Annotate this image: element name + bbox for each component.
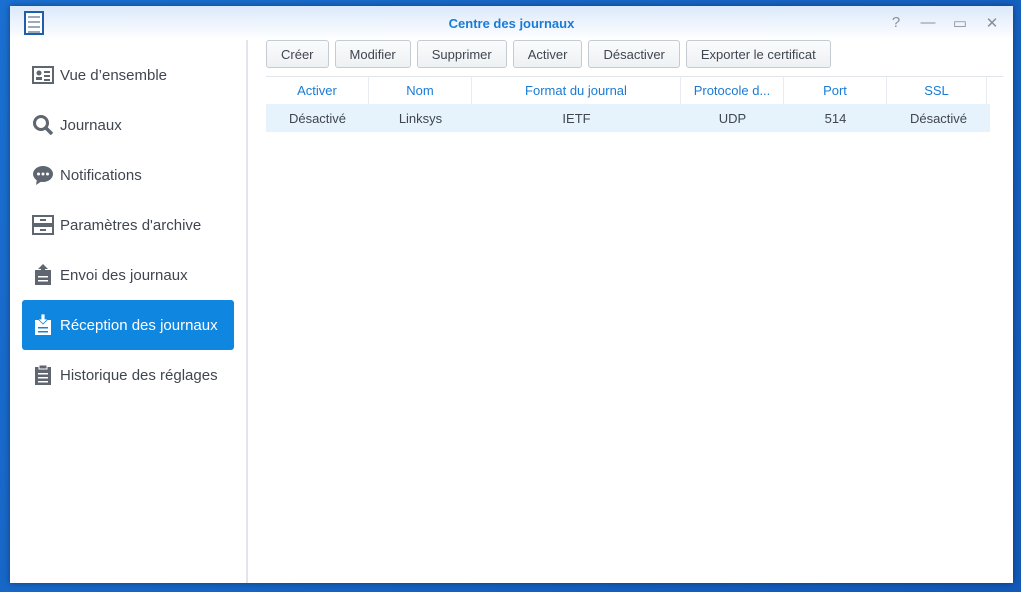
disable-button[interactable]: Désactiver: [588, 40, 680, 68]
cell-enable: Désactivé: [288, 110, 347, 126]
search-icon: [33, 115, 54, 136]
sidebar-item-logs[interactable]: Journaux: [22, 100, 234, 150]
cell-protocol: UDP: [718, 110, 747, 126]
clipboard-list-icon: [35, 364, 51, 385]
sidebar-item-notifications[interactable]: Notifications: [22, 150, 234, 200]
cell-ssl: Désactivé: [909, 110, 968, 126]
maximize-icon[interactable]: ▭: [951, 14, 969, 32]
column-header-log-format[interactable]: Format du journal: [472, 77, 681, 104]
sidebar-item-log-receiving[interactable]: Réception des journaux: [22, 300, 234, 350]
sidebar-item-label: Réception des journaux: [60, 316, 218, 334]
toolbar: Créer Modifier Supprimer Activer Désacti…: [266, 40, 831, 68]
cell-log-format: IETF: [562, 110, 591, 126]
table-header: Activer Nom Format du journal Protocole …: [266, 76, 1003, 104]
app-window: Centre des journaux ? — ▭ ✕ Vue d’ensemb…: [10, 6, 1013, 583]
enable-button[interactable]: Activer: [512, 40, 583, 68]
sidebar-item-label: Historique des réglages: [60, 366, 218, 384]
clipboard-download-icon: [35, 314, 51, 335]
sidebar-item-label: Vue d’ensemble: [60, 66, 168, 84]
delete-button[interactable]: Supprimer: [416, 40, 507, 68]
sidebar-item-label: Envoi des journaux: [60, 266, 188, 284]
sidebar-item-log-sending[interactable]: Envoi des journaux: [22, 250, 234, 300]
window-title: Centre des journaux: [448, 16, 575, 31]
archive-drawer-icon: [32, 215, 54, 235]
help-icon[interactable]: ?: [887, 14, 905, 32]
column-header-name[interactable]: Nom: [369, 77, 472, 104]
sidebar-item-label: Journaux: [60, 116, 122, 134]
sidebar-item-archive-settings[interactable]: Paramètres d'archive: [22, 200, 234, 250]
table-row[interactable]: Désactivé Linksys IETF UDP 514 Désactivé: [266, 104, 990, 132]
clipboard-upload-icon: [35, 264, 51, 285]
main-panel: Créer Modifier Supprimer Activer Désacti…: [266, 40, 1003, 583]
sidebar-item-label: Notifications: [60, 166, 142, 184]
export-certificate-button[interactable]: Exporter le certificat: [685, 40, 831, 68]
create-button[interactable]: Créer: [266, 40, 329, 68]
sidebar-item-label: Paramètres d'archive: [60, 216, 202, 234]
sidebar-item-settings-history[interactable]: Historique des réglages: [22, 350, 234, 400]
column-header-protocol[interactable]: Protocole d...: [681, 77, 784, 104]
close-icon[interactable]: ✕: [983, 14, 1001, 32]
sidebar: Vue d’ensemble Journaux Notifications Pa…: [10, 40, 248, 583]
log-receiving-table: Activer Nom Format du journal Protocole …: [266, 76, 1003, 132]
chat-bubble-icon: [33, 166, 53, 185]
title-bar: Centre des journaux ? — ▭ ✕: [10, 6, 1013, 40]
cell-name: Linksys: [398, 110, 443, 126]
column-header-ssl[interactable]: SSL: [887, 77, 987, 104]
modify-button[interactable]: Modifier: [334, 40, 411, 68]
overview-card-icon: [32, 66, 54, 84]
column-header-enable[interactable]: Activer: [266, 77, 369, 104]
column-header-port[interactable]: Port: [784, 77, 887, 104]
cell-port: 514: [824, 110, 847, 126]
minimize-icon[interactable]: —: [919, 14, 937, 32]
sidebar-item-overview[interactable]: Vue d’ensemble: [22, 50, 234, 100]
